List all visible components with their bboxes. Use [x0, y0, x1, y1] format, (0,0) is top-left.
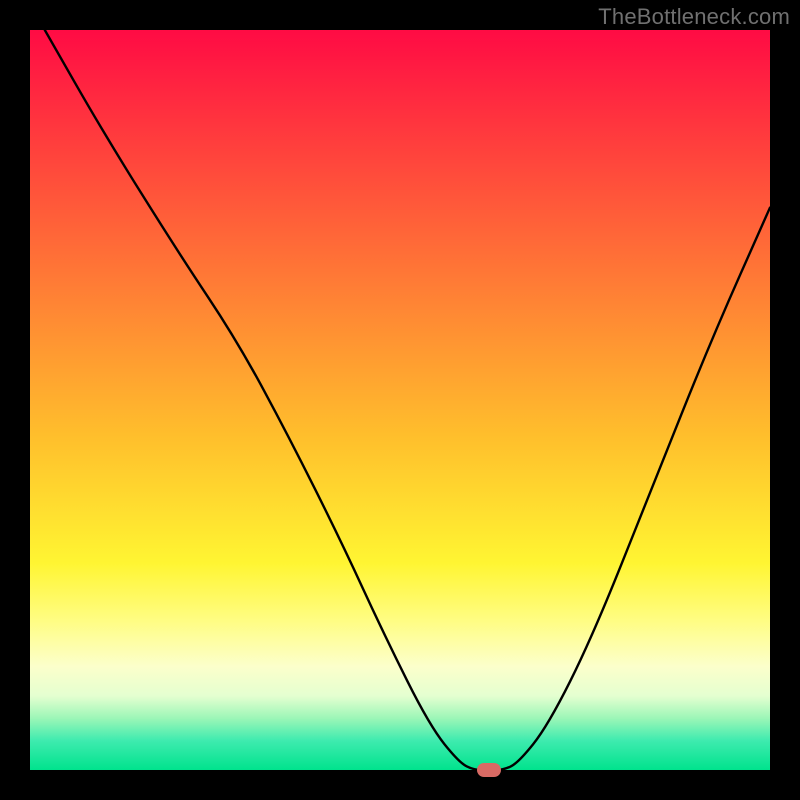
- bottleneck-curve: [30, 30, 770, 770]
- watermark-text: TheBottleneck.com: [598, 4, 790, 30]
- optimum-marker: [477, 763, 501, 777]
- plot-area: [30, 30, 770, 770]
- chart-frame: TheBottleneck.com: [0, 0, 800, 800]
